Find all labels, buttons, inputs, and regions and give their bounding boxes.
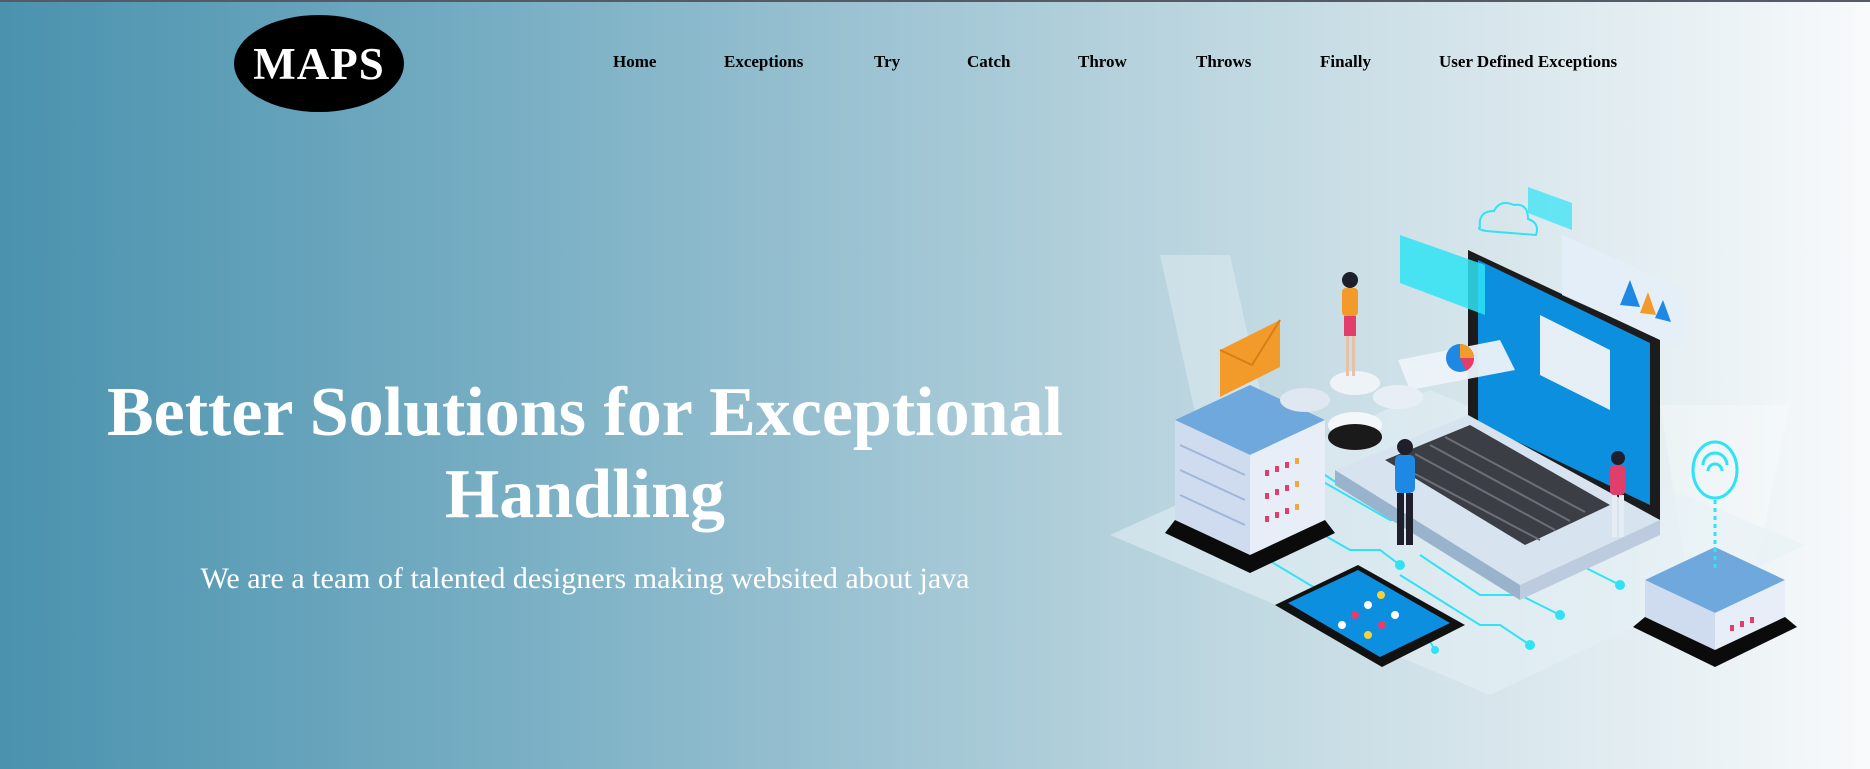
nav-item-finally[interactable]: Finally [1320, 52, 1371, 72]
chat-panel [1400, 235, 1485, 315]
nav-item-home[interactable]: Home [613, 52, 656, 72]
nav-item-user-defined-exceptions[interactable]: User Defined Exceptions [1439, 52, 1617, 72]
woman-standing-figure [1342, 272, 1358, 376]
hero-illustration [1110, 187, 1805, 695]
main-navigation: Home Exceptions Try Catch Throw Throws F… [0, 52, 1870, 76]
hero-title: Better Solutions for Exceptional Handlin… [60, 372, 1110, 536]
nav-item-exceptions[interactable]: Exceptions [724, 52, 803, 72]
hero-title-line-2: Handling [444, 456, 726, 533]
nav-item-try[interactable]: Try [874, 52, 900, 72]
hero-subtitle: We are a team of talented designers maki… [200, 562, 970, 595]
nav-item-catch[interactable]: Catch [967, 52, 1010, 72]
nav-item-throws[interactable]: Throws [1196, 52, 1251, 72]
server-rack-icon [1165, 385, 1335, 573]
nav-item-throw[interactable]: Throw [1078, 52, 1127, 72]
top-border-line [0, 0, 1870, 2]
hero-title-line-1: Better Solutions for Exceptional [106, 374, 1063, 451]
